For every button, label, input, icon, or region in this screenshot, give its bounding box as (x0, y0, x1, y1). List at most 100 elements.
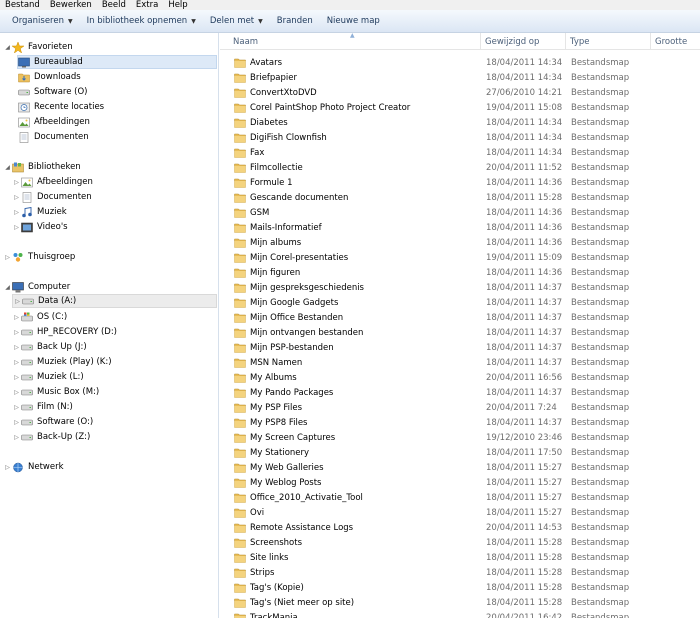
file-row[interactable]: Mijn albums 18/04/2011 14:36 Bestandsmap (220, 235, 700, 250)
expand-arrow-icon[interactable]: ▷ (12, 209, 21, 216)
column-header-type[interactable]: Type (566, 33, 651, 50)
expand-arrow-icon[interactable]: ▷ (12, 344, 21, 351)
file-type: Bestandsmap (571, 597, 630, 608)
file-row[interactable]: Fax 18/04/2011 14:34 Bestandsmap (220, 145, 700, 160)
nav-computer[interactable]: ◢ Computer (3, 280, 70, 294)
file-row[interactable]: Tag's (Niet meer op site) 18/04/2011 15:2… (220, 595, 700, 610)
file-row[interactable]: My Screen Captures 19/12/2010 23:46 Bestan… (220, 430, 700, 445)
expand-arrow-icon[interactable]: ▷ (12, 419, 21, 426)
menu-bewerken[interactable]: Bewerken (45, 0, 97, 10)
file-row[interactable]: GSM 18/04/2011 14:36 Bestandsmap (220, 205, 700, 220)
file-row[interactable]: Formule 1 18/04/2011 14:36 Bestandsmap (220, 175, 700, 190)
nav-item-drive-c[interactable]: ▷ OS (C:) (12, 310, 67, 324)
file-row[interactable]: ConvertXtoDVD 27/06/2010 14:21 Bestandsmap (220, 85, 700, 100)
organize-button[interactable]: Organiseren ▼ (5, 12, 80, 30)
file-row[interactable]: My Weblog Posts 18/04/2011 15:27 Bestandsm… (220, 475, 700, 490)
file-row[interactable]: Briefpapier 18/04/2011 14:34 Bestandsmap (220, 70, 700, 85)
file-row[interactable]: Filmcollectie 20/04/2011 11:52 Bestandsmap (220, 160, 700, 175)
expand-arrow-icon[interactable]: ▷ (12, 179, 21, 186)
file-row[interactable]: Strips 18/04/2011 15:28 Bestandsmap (220, 565, 700, 580)
expand-arrow-icon[interactable]: ▷ (12, 224, 21, 231)
nav-item-label: Recente locaties (34, 102, 105, 112)
expand-arrow-icon[interactable]: ▷ (3, 254, 12, 261)
expand-arrow-icon[interactable]: ◢ (3, 284, 12, 291)
file-row[interactable]: Ovi 18/04/2011 15:27 Bestandsmap (220, 505, 700, 520)
column-header-size[interactable]: Grootte (651, 33, 700, 50)
expand-arrow-icon[interactable]: ▷ (3, 464, 12, 471)
file-date: 18/04/2011 17:50 (486, 447, 563, 458)
nav-item-downloads[interactable]: Downloads (18, 70, 81, 84)
nav-item-drive-j[interactable]: ▷ Back Up (J:) (12, 340, 86, 354)
file-row[interactable]: Mijn Office Bestanden 18/04/2011 14:37 Bes… (220, 310, 700, 325)
expand-arrow-icon[interactable]: ▷ (12, 374, 21, 381)
file-row[interactable]: Corel PaintShop Photo Project Creator 19/… (220, 100, 700, 115)
nav-libraries[interactable]: ◢ Bibliotheken (3, 160, 81, 174)
file-row[interactable]: Mijn PSP-bestanden 18/04/2011 14:37 Bestan… (220, 340, 700, 355)
nav-homegroup[interactable]: ▷ Thuisgroep (3, 250, 75, 264)
nav-item-drive-m[interactable]: ▷ Music Box (M:) (12, 385, 99, 399)
nav-item-software-o[interactable]: Software (O) (18, 85, 88, 99)
file-row[interactable]: Mijn gespreksgeschiedenis 18/04/2011 14:3… (220, 280, 700, 295)
file-row[interactable]: Remote Assistance Logs 20/04/2011 14:53 Be… (220, 520, 700, 535)
file-row[interactable]: DigiFish Clownfish 18/04/2011 14:34 Bestan… (220, 130, 700, 145)
column-header-name[interactable]: ▲ Naam (220, 33, 481, 50)
menu-help[interactable]: Help (163, 0, 192, 10)
nav-item-recent-places[interactable]: Recente locaties (18, 100, 104, 114)
file-row[interactable]: Mijn Google Gadgets 18/04/2011 14:37 Besta… (220, 295, 700, 310)
file-row[interactable]: Mijn ontvangen bestanden 18/04/2011 14:37… (220, 325, 700, 340)
file-row[interactable]: My Pando Packages 18/04/2011 14:37 Bestand… (220, 385, 700, 400)
expand-arrow-icon[interactable]: ▷ (13, 298, 22, 305)
expand-arrow-icon[interactable]: ◢ (3, 44, 12, 51)
expand-arrow-icon[interactable]: ▷ (12, 404, 21, 411)
nav-item-drive-k[interactable]: ▷ Muziek (Play) (K:) (12, 355, 111, 369)
file-row[interactable]: My Stationery 18/04/2011 17:50 Bestandsmap (220, 445, 700, 460)
expand-arrow-icon[interactable]: ◢ (3, 164, 12, 171)
file-name: My Web Galleries (250, 462, 324, 473)
nav-item-pictures[interactable]: Afbeeldingen (18, 115, 90, 129)
nav-item-library-music[interactable]: ▷ Muziek (12, 205, 67, 219)
nav-item-drive-z[interactable]: ▷ Back-Up (Z:) (12, 430, 90, 444)
expand-arrow-icon[interactable]: ▷ (12, 329, 21, 336)
file-row[interactable]: My PSP8 Files 18/04/2011 14:37 Bestandsmap (220, 415, 700, 430)
nav-item-library-videos[interactable]: ▷ Video's (12, 220, 67, 234)
file-row[interactable]: My PSP Files 20/04/2011 7:24 Bestandsmap (220, 400, 700, 415)
file-row[interactable]: Gescande documenten 18/04/2011 15:28 Besta… (220, 190, 700, 205)
column-header-date[interactable]: Gewijzigd op (481, 33, 566, 50)
menu-extra[interactable]: Extra (131, 0, 163, 10)
nav-item-desktop[interactable]: Bureaublad (17, 55, 217, 69)
file-row[interactable]: Tag's (Kopie) 18/04/2011 15:28 Bestandsmap (220, 580, 700, 595)
nav-item-drive-d[interactable]: ▷ HP_RECOVERY (D:) (12, 325, 117, 339)
file-row[interactable]: My Web Galleries 18/04/2011 15:27 Bestands… (220, 460, 700, 475)
nav-network[interactable]: ▷ Netwerk (3, 460, 63, 474)
file-row[interactable]: Avatars 18/04/2011 14:34 Bestandsmap (220, 55, 700, 70)
nav-item-drive-a[interactable]: ▷ Data (A:) (12, 294, 217, 308)
nav-item-drive-l[interactable]: ▷ Muziek (L:) (12, 370, 83, 384)
nav-item-documents[interactable]: Documenten (18, 130, 89, 144)
expand-arrow-icon[interactable]: ▷ (12, 194, 21, 201)
file-row[interactable]: My Albums 20/04/2011 16:56 Bestandsmap (220, 370, 700, 385)
expand-arrow-icon[interactable]: ▷ (12, 389, 21, 396)
file-row[interactable]: Mijn Corel-presentaties 19/04/2011 15:09 B… (220, 250, 700, 265)
nav-item-drive-o[interactable]: ▷ Software (O:) (12, 415, 93, 429)
file-row[interactable]: Diabetes 18/04/2011 14:34 Bestandsmap (220, 115, 700, 130)
file-row[interactable]: Screenshots 18/04/2011 15:28 Bestandsmap (220, 535, 700, 550)
expand-arrow-icon[interactable]: ▷ (12, 359, 21, 366)
nav-favorites[interactable]: ◢ Favorieten (3, 40, 73, 54)
expand-arrow-icon[interactable]: ▷ (12, 434, 21, 441)
include-in-library-button[interactable]: In bibliotheek opnemen ▼ (80, 12, 203, 30)
file-row[interactable]: MSN Namen 18/04/2011 14:37 Bestandsmap (220, 355, 700, 370)
file-row[interactable]: Mails-Informatief 18/04/2011 14:36 Bestand… (220, 220, 700, 235)
file-row[interactable]: TrackMania 20/04/2011 16:42 Bestandsmap (220, 610, 700, 618)
menu-bestand[interactable]: Bestand (0, 0, 45, 10)
nav-item-library-pictures[interactable]: ▷ Afbeeldingen (12, 175, 93, 189)
burn-button[interactable]: Branden (270, 12, 320, 30)
menu-beeld[interactable]: Beeld (97, 0, 131, 10)
nav-item-drive-n[interactable]: ▷ Film (N:) (12, 400, 73, 414)
expand-arrow-icon[interactable]: ▷ (12, 314, 21, 321)
nav-item-library-documents[interactable]: ▷ Documenten (12, 190, 92, 204)
file-row[interactable]: Site links 18/04/2011 15:28 Bestandsmap (220, 550, 700, 565)
new-folder-button[interactable]: Nieuwe map (320, 12, 387, 30)
share-with-button[interactable]: Delen met ▼ (203, 12, 270, 30)
file-row[interactable]: Office_2010_Activatie_Tool 18/04/2011 15:… (220, 490, 700, 505)
file-row[interactable]: Mijn figuren 18/04/2011 14:36 Bestandsmap (220, 265, 700, 280)
